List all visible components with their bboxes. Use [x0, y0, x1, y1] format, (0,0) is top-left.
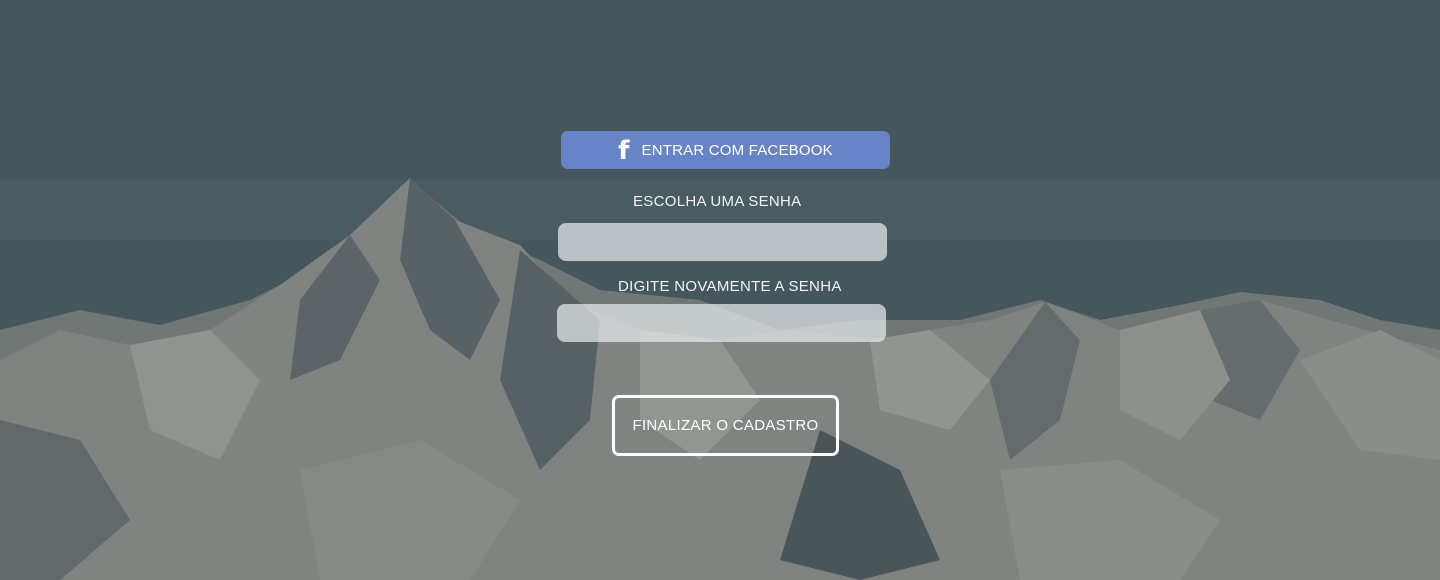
password-label: ESCOLHA UMA SENHA — [633, 193, 802, 210]
finish-signup-button[interactable]: FINALIZAR O CADASTRO — [612, 395, 839, 456]
confirm-password-label: DIGITE NOVAMENTE A SENHA — [618, 278, 842, 295]
confirm-password-input[interactable] — [557, 304, 886, 342]
signup-screen: f ENTRAR COM FACEBOOK ESCOLHA UMA SENHA … — [0, 0, 1440, 580]
facebook-login-label: ENTRAR COM FACEBOOK — [641, 141, 833, 159]
password-input[interactable] — [558, 223, 887, 261]
facebook-icon: f — [618, 136, 630, 166]
facebook-login-button[interactable]: f ENTRAR COM FACEBOOK — [561, 131, 890, 169]
